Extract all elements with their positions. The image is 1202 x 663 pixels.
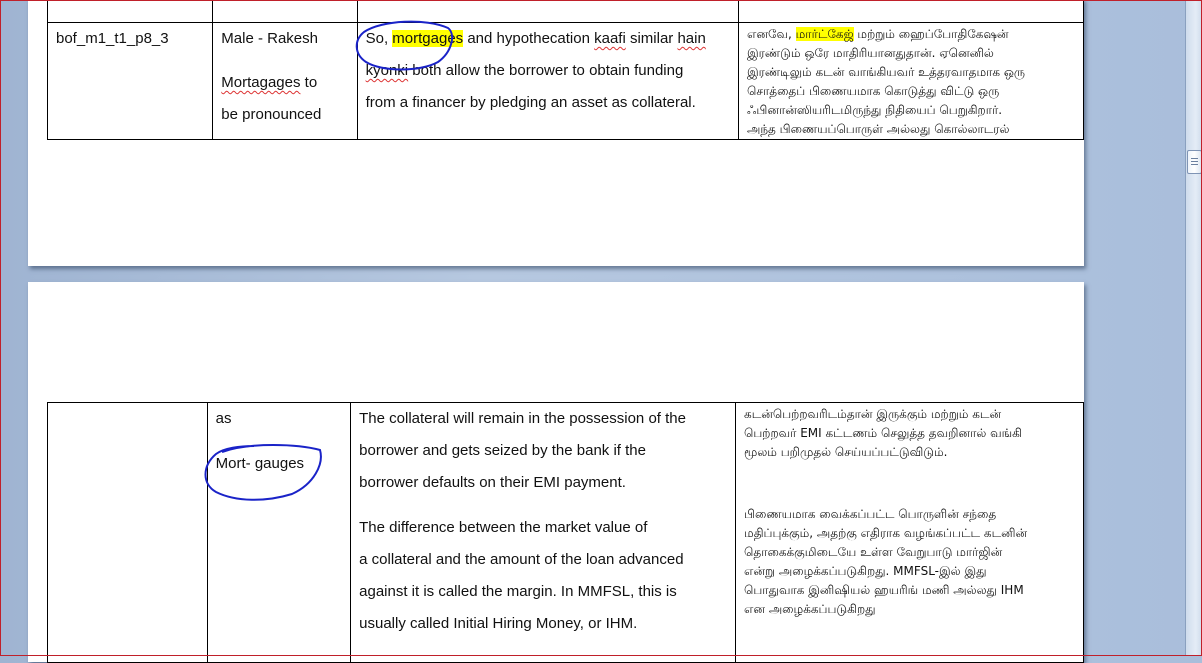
tamil-line: பெற்றவர் EMI கட்டணம் செலுத்த தவறினால் வங… bbox=[744, 426, 1022, 440]
speaker-label: Male - Rakesh bbox=[221, 30, 318, 47]
pronunciation-note-line2: be pronounced bbox=[221, 106, 322, 123]
tamil-line: என்று அழைக்கப்படுகிறது. MMFSL-இல் இது bbox=[744, 564, 987, 578]
pronunciation-note-mort-gauges: Mort- gauges bbox=[215, 455, 305, 472]
tamil-text-cell[interactable]: கடன்பெற்றவரிடம்தான் இருக்கும் மற்றும் கட… bbox=[735, 402, 1084, 663]
scrollbar-thumb[interactable] bbox=[1187, 150, 1202, 174]
tamil-line: தொகைக்குமிடையே உள்ள வேறுபாடு மார்ஜின் bbox=[744, 545, 1003, 559]
tamil-line: அந்த பிணையப்பொருள் அல்லது கொல்லாடரல் bbox=[747, 122, 1010, 136]
tamil-line: இரண்டிலும் கடன் வாங்கியவர் உத்தரவாதமாக ஒ… bbox=[747, 65, 1026, 79]
english-text-cell[interactable]: The collateral will remain in the posses… bbox=[350, 402, 737, 663]
vertical-scrollbar[interactable] bbox=[1185, 0, 1202, 656]
pronunciation-note-as: as bbox=[215, 410, 232, 427]
script-table-page-2: as Mort- gauges The collateral will rema… bbox=[47, 402, 1084, 663]
document-page-1: bof_m1_t1_p8_3 Male - Rakesh Mortagages … bbox=[28, 0, 1084, 266]
tamil-line: என அழைக்கப்படுகிறது bbox=[744, 602, 876, 616]
highlighted-word: mortgages bbox=[392, 30, 464, 47]
english-line-2: kyonki both allow the borrower to obtain… bbox=[365, 62, 684, 79]
table-row[interactable]: as Mort- gauges The collateral will rema… bbox=[47, 402, 1084, 663]
table-row[interactable]: bof_m1_t1_p8_3 Male - Rakesh Mortagages … bbox=[46, 22, 1084, 140]
row-id-cell[interactable]: bof_m1_t1_p8_3 bbox=[46, 22, 214, 140]
tamil-line: ஃபினான்ஸியரிடமிருந்து நிதியைப் பெறுகிறார… bbox=[747, 103, 1003, 117]
tamil-line: பொதுவாக இனிஷியல் ஹயரிங் மணி அல்லது IHM bbox=[744, 583, 1024, 597]
tamil-line: கடன்பெற்றவரிடம்தான் இருக்கும் மற்றும் கட… bbox=[744, 407, 1002, 421]
english-line-3: from a financer by pledging an asset as … bbox=[365, 94, 696, 111]
row-id-cell[interactable] bbox=[47, 402, 208, 663]
tamil-line: பிணையமாக வைக்கப்பட்ட பொருளின் சந்தை bbox=[744, 507, 997, 521]
highlighted-tamil-word: மார்ட்கேஜ் bbox=[795, 27, 854, 41]
spelling-error-word[interactable]: hain bbox=[677, 30, 705, 47]
speaker-cell[interactable]: as Mort- gauges bbox=[206, 402, 352, 663]
tamil-text-cell[interactable]: எனவே, மார்ட்கேஜ் மற்றும் ஹைப்போதிகேஷன் இ… bbox=[738, 22, 1084, 140]
english-line-1: So, mortgages and hypothecation kaafi si… bbox=[365, 30, 706, 47]
tamil-line: சொத்தைப் பிணையமாக கொடுத்து விட்டு ஒரு bbox=[747, 84, 1000, 98]
tamil-line: மூலம் பறிமுதல் செய்யப்பட்டுவிடும். bbox=[744, 445, 948, 459]
script-table-page-1: bof_m1_t1_p8_3 Male - Rakesh Mortagages … bbox=[46, 0, 1084, 140]
english-line: The difference between the market value … bbox=[359, 519, 648, 536]
spelling-error-word[interactable]: kaafi bbox=[594, 30, 626, 47]
english-line: against it is called the margin. In MMFS… bbox=[359, 583, 677, 600]
row-id: bof_m1_t1_p8_3 bbox=[56, 30, 169, 47]
spelling-error-word[interactable]: kyonki bbox=[366, 62, 409, 79]
english-text-cell[interactable]: So, mortgages and hypothecation kaafi si… bbox=[356, 22, 740, 140]
spelling-error-word[interactable]: Mortagages bbox=[221, 74, 300, 91]
document-page-2: as Mort- gauges The collateral will rema… bbox=[28, 282, 1084, 663]
english-line: borrower and gets seized by the bank if … bbox=[359, 442, 646, 459]
english-line: usually called Initial Hiring Money, or … bbox=[359, 615, 638, 632]
tamil-line: மதிப்புக்கும், அதற்கு எதிராக வழங்கப்பட்ட… bbox=[744, 526, 1028, 540]
english-line: borrower defaults on their EMI payment. bbox=[359, 474, 626, 491]
english-line: a collateral and the amount of the loan … bbox=[359, 551, 684, 568]
speaker-cell[interactable]: Male - Rakesh Mortagages to be pronounce… bbox=[212, 22, 358, 140]
english-line: The collateral will remain in the posses… bbox=[359, 410, 686, 427]
tamil-line-1: எனவே, மார்ட்கேஜ் மற்றும் ஹைப்போதிகேஷன் bbox=[747, 27, 1009, 41]
table-row-previous bbox=[46, 0, 1084, 23]
pronunciation-note: Mortagages to bbox=[221, 74, 318, 91]
tamil-line: இரண்டும் ஒரே மாதிரியானதுதான். ஏனெனில் bbox=[747, 46, 994, 60]
